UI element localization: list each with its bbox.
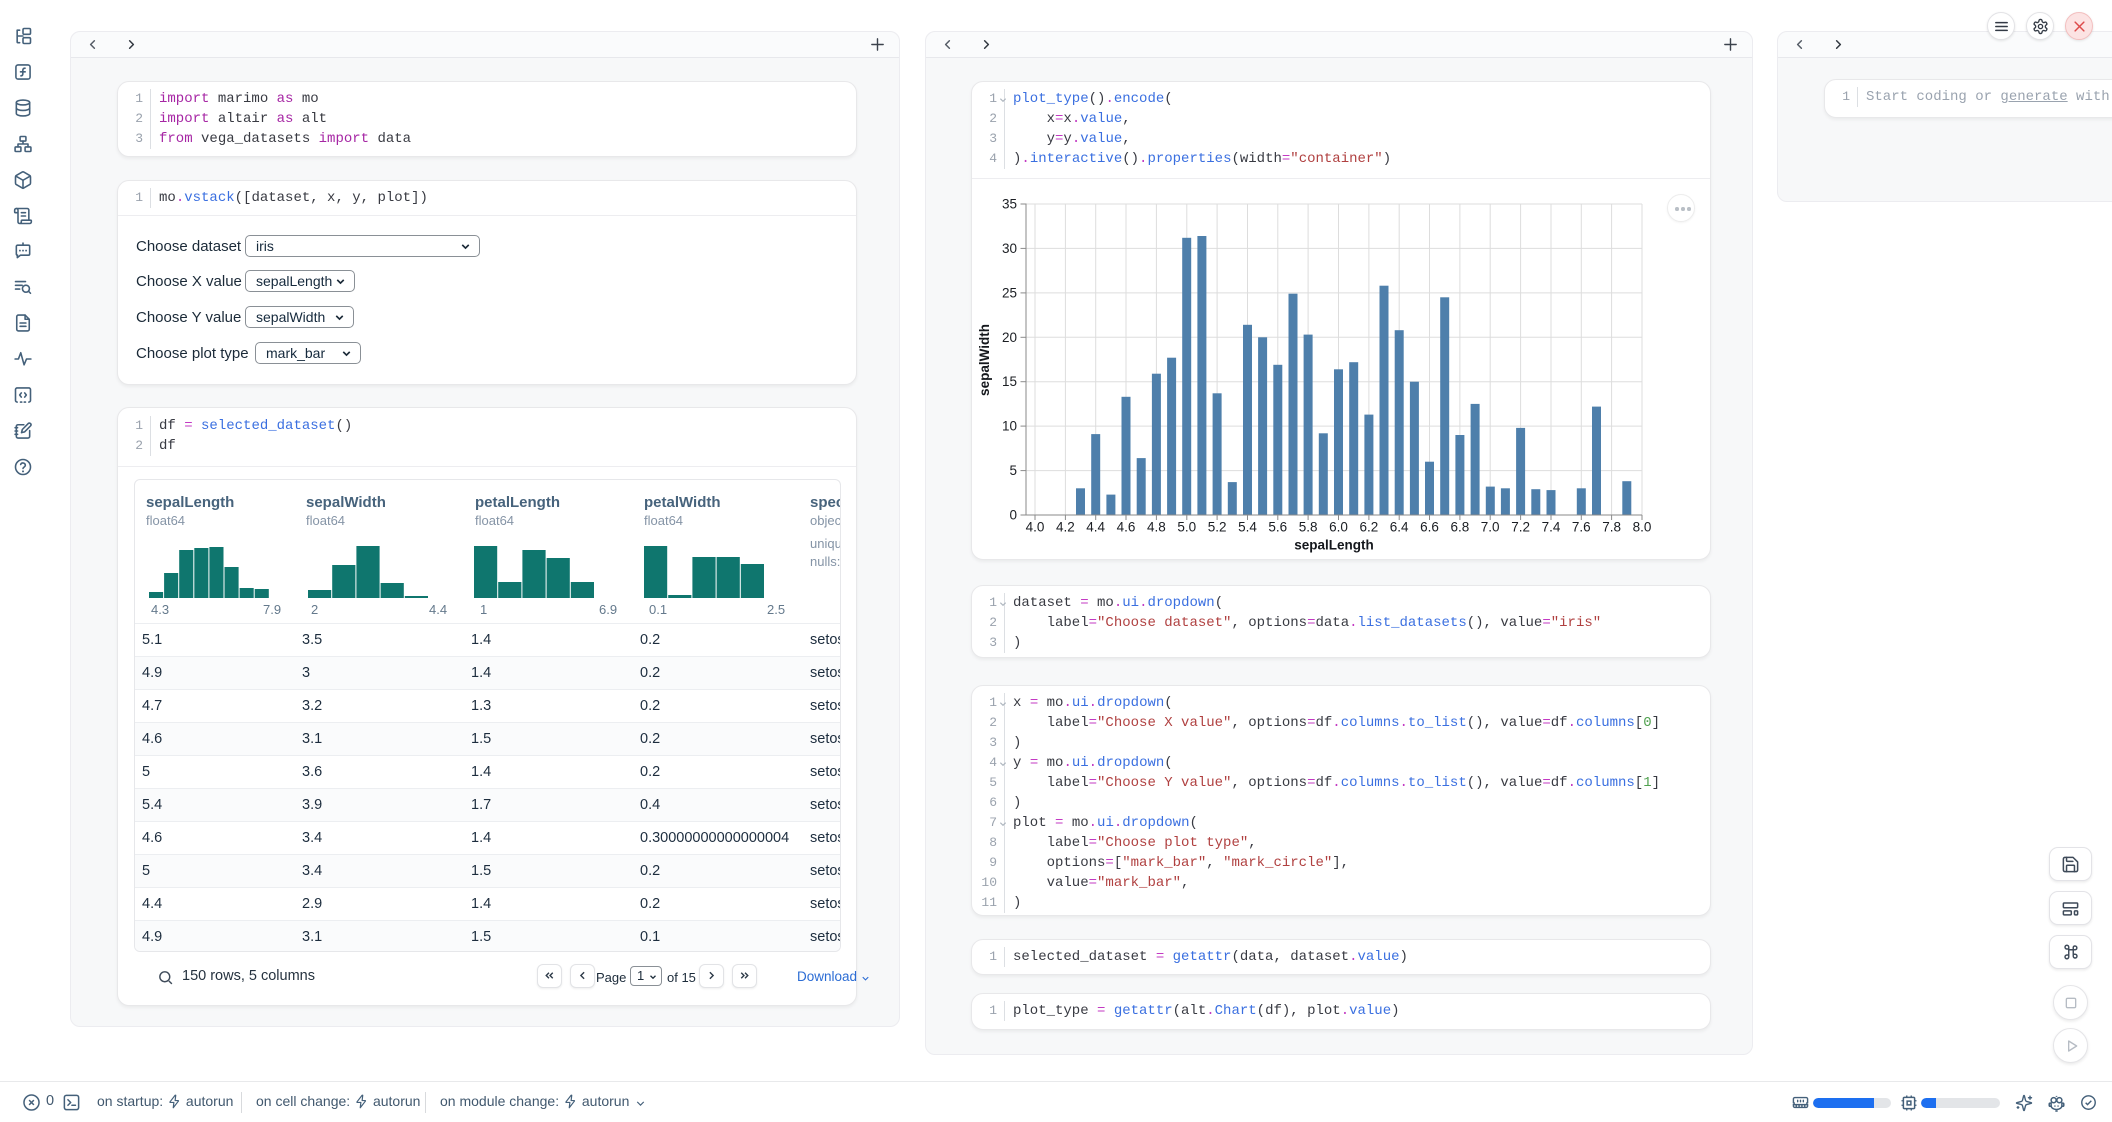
svg-text:sepalLength: sepalLength bbox=[1294, 538, 1374, 553]
svg-text:7.6: 7.6 bbox=[1572, 520, 1591, 535]
svg-text:7.8: 7.8 bbox=[1602, 520, 1621, 535]
svg-text:10: 10 bbox=[1002, 419, 1017, 434]
svg-text:25: 25 bbox=[1002, 285, 1017, 300]
svg-text:5.6: 5.6 bbox=[1268, 520, 1287, 535]
svg-text:0: 0 bbox=[1009, 508, 1017, 523]
svg-text:6.2: 6.2 bbox=[1360, 520, 1379, 535]
svg-text:20: 20 bbox=[1002, 330, 1017, 345]
svg-text:35: 35 bbox=[1002, 197, 1017, 212]
svg-text:5.8: 5.8 bbox=[1299, 520, 1318, 535]
svg-text:6.6: 6.6 bbox=[1420, 520, 1439, 535]
svg-text:sepalWidth: sepalWidth bbox=[977, 324, 992, 396]
svg-text:7.4: 7.4 bbox=[1542, 520, 1561, 535]
svg-text:7.0: 7.0 bbox=[1481, 520, 1500, 535]
svg-text:4.8: 4.8 bbox=[1147, 520, 1166, 535]
svg-text:4.6: 4.6 bbox=[1117, 520, 1136, 535]
svg-text:30: 30 bbox=[1002, 241, 1017, 256]
svg-text:4.4: 4.4 bbox=[1086, 520, 1105, 535]
svg-text:4.0: 4.0 bbox=[1026, 520, 1045, 535]
svg-text:5: 5 bbox=[1009, 463, 1017, 478]
svg-text:5.0: 5.0 bbox=[1177, 520, 1196, 535]
svg-text:6.4: 6.4 bbox=[1390, 520, 1409, 535]
svg-text:4.2: 4.2 bbox=[1056, 520, 1075, 535]
svg-text:5.2: 5.2 bbox=[1208, 520, 1227, 535]
svg-text:15: 15 bbox=[1002, 374, 1017, 389]
svg-text:6.0: 6.0 bbox=[1329, 520, 1348, 535]
svg-text:5.4: 5.4 bbox=[1238, 520, 1257, 535]
svg-text:8.0: 8.0 bbox=[1633, 520, 1652, 535]
svg-text:6.8: 6.8 bbox=[1451, 520, 1470, 535]
svg-text:7.2: 7.2 bbox=[1511, 520, 1530, 535]
